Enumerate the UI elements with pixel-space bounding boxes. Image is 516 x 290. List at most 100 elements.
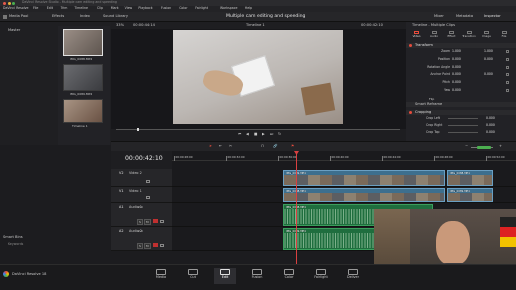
crop-slider[interactable] — [448, 132, 478, 134]
blade-tool-icon[interactable]: ✂ — [229, 144, 232, 149]
mixer-button[interactable]: Mixer — [434, 14, 444, 19]
keyframe-icon[interactable] — [506, 57, 509, 61]
track-header[interactable]: A2 Audio 2 2.0 S M — [111, 227, 172, 251]
track-mute-button[interactable]: M — [144, 219, 151, 225]
track-record-icon[interactable] — [153, 219, 158, 223]
index-button[interactable]: Index — [80, 14, 90, 19]
page-tab-fusion[interactable]: Fusion — [246, 268, 268, 284]
page-tab-edit[interactable]: Edit — [214, 268, 236, 284]
minimize-icon[interactable] — [7, 1, 11, 5]
track-record-icon[interactable] — [153, 243, 158, 247]
track-solo-button[interactable]: S — [137, 219, 143, 225]
menu-item[interactable]: Clip — [97, 6, 103, 10]
cropping-section[interactable]: Cropping — [406, 110, 516, 115]
page-tab-deliver[interactable]: Deliver — [342, 268, 364, 284]
timeline-clip[interactable]: IMG_0088.MP4 — [283, 188, 445, 202]
keyframe-icon[interactable] — [506, 89, 509, 92]
link-icon[interactable]: 🔗 — [273, 144, 277, 149]
inspector-tab[interactable]: Audio — [426, 30, 443, 40]
field-x-value[interactable]: 0.000 — [452, 88, 461, 92]
play-icon[interactable]: ▶ — [262, 132, 265, 137]
track-lock-icon[interactable] — [160, 244, 164, 247]
menu-item[interactable]: Edit — [47, 6, 53, 10]
selection-tool-icon[interactable]: ➤ — [209, 144, 212, 149]
menu-item[interactable]: Help — [245, 6, 252, 10]
menu-item[interactable]: Trim — [61, 6, 68, 10]
zoom-level[interactable]: 33% — [116, 23, 124, 28]
menu-item[interactable]: Mark — [111, 6, 119, 10]
keyframe-icon[interactable] — [506, 73, 509, 77]
track-lock-icon[interactable] — [160, 220, 164, 223]
timeline-clip[interactable]: IMG_0089.MP4 — [447, 188, 493, 202]
effects-button[interactable]: Effects — [52, 14, 64, 19]
field-x-value[interactable]: 0.000 — [452, 81, 461, 84]
enable-dot-icon[interactable] — [409, 44, 412, 47]
inspector-tab[interactable]: Transition — [461, 30, 478, 40]
metadata-button[interactable]: Metadata — [456, 14, 473, 19]
crop-value[interactable]: 0.000 — [486, 123, 495, 127]
inspector-tab[interactable]: Effect — [443, 30, 460, 40]
menu-item[interactable]: Playback — [138, 6, 152, 10]
play-reverse-icon[interactable]: ◀ — [246, 132, 249, 137]
enable-dot-icon[interactable] — [409, 111, 412, 114]
scrub-bar[interactable] — [116, 129, 400, 130]
playhead[interactable] — [296, 151, 297, 264]
menu-item[interactable]: Fusion — [161, 6, 171, 10]
inspector-button[interactable]: Inspector — [484, 14, 501, 19]
field-y-value[interactable]: 0.000 — [484, 57, 493, 61]
timeline-name[interactable]: Timeline 1 — [246, 23, 265, 28]
clip-thumbnail[interactable] — [63, 64, 103, 91]
keywords-item[interactable]: Keywords — [8, 242, 23, 246]
scrub-handle[interactable] — [137, 128, 139, 131]
menu-item[interactable]: Fairlight — [195, 6, 208, 10]
crop-value[interactable]: 0.000 — [486, 116, 495, 120]
skip-forward-icon[interactable]: ⏭ — [270, 132, 273, 137]
field-y-value[interactable]: 0.000 — [484, 73, 493, 76]
crop-slider[interactable] — [448, 125, 478, 127]
page-tab-fairlight[interactable]: Fairlight — [310, 268, 332, 284]
maximize-icon[interactable] — [12, 1, 15, 5]
menu-item[interactable]: Timeline — [74, 6, 88, 10]
loop-icon[interactable]: ↻ — [278, 132, 281, 137]
track-solo-button[interactable]: S — [137, 243, 143, 249]
snapping-icon[interactable]: ⊓ — [261, 144, 264, 149]
media-pool-icon[interactable] — [3, 15, 7, 19]
menu-item[interactable]: Color — [179, 6, 187, 10]
timeline-ruler[interactable]: 00:00:28:00 00:00:32:00 00:00:36:00 00:00:4… — [172, 151, 516, 161]
keyframe-icon[interactable] — [506, 81, 509, 85]
menu-item[interactable]: File — [33, 6, 38, 10]
timeline-thumbnail[interactable] — [63, 99, 103, 123]
keyframe-icon[interactable] — [506, 50, 509, 53]
field-x-value[interactable]: 0.000 — [452, 57, 461, 61]
zoom-in-icon[interactable]: + — [499, 144, 502, 149]
video-frame[interactable] — [173, 30, 343, 124]
menu-item[interactable]: Workspace — [220, 6, 237, 10]
crop-slider[interactable] — [448, 118, 478, 120]
track-header[interactable]: V2 Video 2 — [111, 169, 172, 187]
page-tab-media[interactable]: Media — [150, 268, 172, 284]
field-y-value[interactable]: 1.000 — [484, 49, 493, 53]
media-pool-button[interactable]: Media Pool — [9, 14, 28, 19]
inspector-tab[interactable]: File — [496, 30, 513, 40]
skip-back-icon[interactable]: ⏮ — [238, 132, 241, 137]
page-tab-color[interactable]: Color — [278, 268, 300, 284]
smart-reframe-section[interactable]: Smart Reframe — [406, 102, 516, 107]
field-x-value[interactable]: 0.000 — [452, 65, 461, 69]
inspector-tab[interactable]: Image — [478, 30, 495, 40]
transform-section[interactable]: Transform — [406, 43, 516, 48]
flag-icon[interactable]: ⚑ — [291, 144, 294, 149]
stop-icon[interactable]: ■ — [254, 132, 257, 137]
menu-item[interactable]: DaVinci Resolve — [3, 6, 28, 10]
track-lock-icon[interactable] — [146, 196, 150, 199]
page-tab-cut[interactable]: Cut — [182, 268, 204, 284]
track-header[interactable]: V1 Video 1 — [111, 187, 172, 203]
field-x-value[interactable]: 0.000 — [452, 73, 461, 76]
zoom-out-icon[interactable]: − — [465, 144, 468, 149]
close-icon[interactable] — [3, 1, 6, 5]
keyframe-icon[interactable] — [506, 65, 509, 69]
smart-bins-label[interactable]: Smart Bins — [3, 235, 23, 240]
menu-item[interactable]: View — [125, 6, 133, 10]
track-lock-icon[interactable] — [146, 180, 150, 183]
timeline-clip[interactable]: IMG_0089.MP4 — [283, 170, 445, 186]
crop-value[interactable]: 0.000 — [486, 130, 495, 134]
